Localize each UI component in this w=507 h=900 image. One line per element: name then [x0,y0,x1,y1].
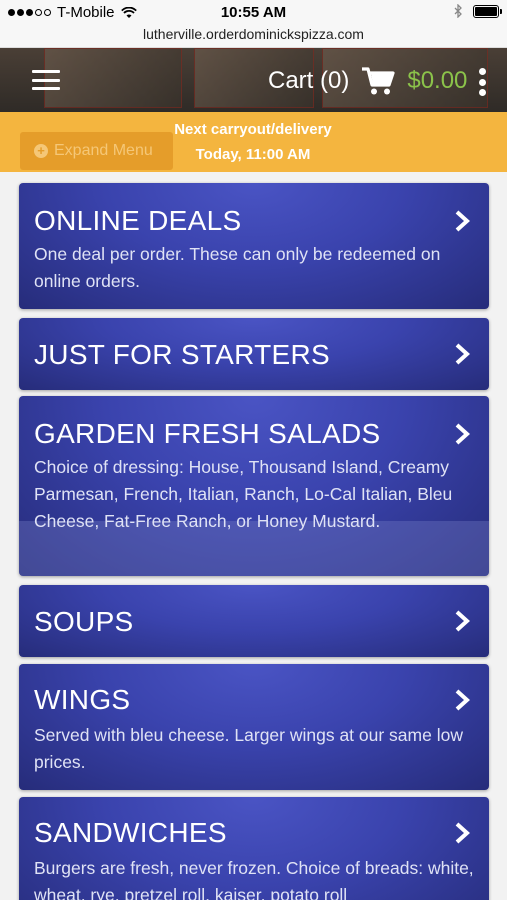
category-description: One deal per order. These can only be re… [34,244,441,291]
site-header: Cart (0) $0.00 [0,48,507,114]
category-wings[interactable]: WINGS Served with bleu cheese. Larger wi… [19,664,489,790]
category-description: Choice of dressing: House, Thousand Isla… [34,457,453,531]
cart-button[interactable]: Cart (0) $0.00 [268,66,467,96]
plus-circle-icon: + [34,144,48,158]
category-just-for-starters[interactable]: JUST FOR STARTERS [19,318,489,390]
header-photo [44,48,182,108]
category-title: GARDEN FRESH SALADS [34,418,381,449]
address-bar[interactable]: lutherville.orderdominickspizza.com [0,24,507,48]
category-title: SANDWICHES [34,817,227,848]
category-online-deals[interactable]: ONLINE DEALS One deal per order. These c… [19,183,489,309]
category-garden-fresh-salads[interactable]: GARDEN FRESH SALADS Choice of dressing: … [19,396,489,576]
category-title: ONLINE DEALS [34,205,242,236]
expand-menu-label: Expand Menu [54,142,153,159]
category-description: Served with bleu cheese. Larger wings at… [34,725,463,772]
cart-total: $0.00 [407,67,468,94]
category-title: WINGS [34,684,131,715]
category-sandwiches[interactable]: SANDWICHES Burgers are fresh, never froz… [19,797,489,900]
menu-category-list: ONLINE DEALS One deal per order. These c… [0,172,507,900]
chevron-right-icon [455,689,470,711]
shopping-cart-icon [362,67,395,95]
category-title: JUST FOR STARTERS [34,339,331,370]
battery-icon [473,4,502,18]
cart-label: Cart (0) [268,67,350,94]
category-description: Burgers are fresh, never frozen. Choice … [34,858,474,900]
more-options-icon[interactable] [478,68,486,96]
chevron-right-icon [455,822,470,844]
category-title: SOUPS [34,606,134,637]
next-order-time: Today, 11:00 AM [195,146,311,163]
bluetooth-icon [454,4,462,18]
chevron-right-icon [455,343,470,365]
order-info-bar: + Expand Menu Next carryout/delivery Tod… [0,112,507,172]
next-order-label: Next carryout/delivery [174,121,332,138]
menu-icon[interactable] [32,70,60,90]
chevron-right-icon [455,610,470,632]
clock: 10:55 AM [220,4,287,21]
category-soups[interactable]: SOUPS [19,585,489,657]
status-bar: T-Mobile 10:55 AM [0,0,507,24]
chevron-right-icon [455,210,470,232]
chevron-right-icon [455,423,470,445]
